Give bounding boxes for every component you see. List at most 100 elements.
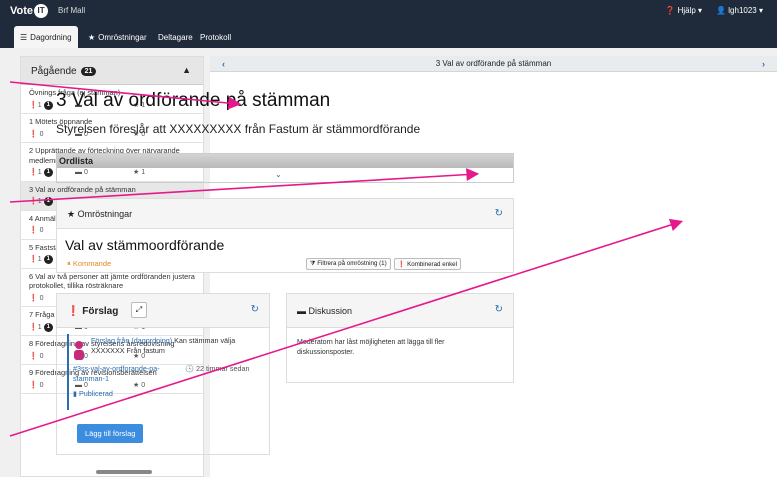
vote-status: ⏸ Kommande (67, 259, 111, 269)
sidebar-title: Pågående (31, 66, 77, 77)
sidebar-header[interactable]: Pågående 21 ▲ (21, 57, 203, 85)
proposals-header-label: Förslag (82, 306, 119, 317)
exclamation-icon: ❗ (29, 323, 38, 331)
star-icon: ★ (88, 32, 96, 42)
caret-down-icon: ▾ (698, 6, 703, 15)
filter-vote-label: Filtrera på omröstning (1) (317, 260, 387, 267)
discussion-header: ▬ Diskussion ↻ (287, 294, 513, 328)
chevron-right-icon[interactable]: › (762, 59, 765, 69)
user-label: lgh1023 (728, 6, 757, 15)
exclamation-icon: ❗ (29, 198, 38, 205)
caret-down-icon: ▾ (758, 6, 763, 15)
pause-icon: ⏸ (67, 259, 71, 268)
brand-name: Vote (10, 5, 34, 17)
exclamation-icon: ❗ (397, 261, 406, 268)
list-icon: ☰ (20, 32, 28, 42)
proposal-published-label: Publicerad (78, 389, 113, 398)
count: 0 (39, 227, 44, 234)
tabs-bar: ☰ Dagordning ★ Omröstningar Deltagare Pr… (0, 22, 777, 48)
user-icon: 👤 (716, 6, 727, 15)
proposal-source-link[interactable]: Förslag från (dagordning) (91, 336, 172, 345)
page-subtitle: Styrelsen föreslår att XXXXXXXXX från Fa… (56, 122, 421, 136)
exclamation-icon: ❗ (67, 306, 80, 317)
count: 1 (37, 198, 42, 205)
count-badge: 1 (43, 322, 53, 332)
count-badge: 1 (43, 168, 53, 178)
proposal-time-label: 22 timmar sedan (195, 364, 250, 373)
help-menu[interactable]: ❓ Hjälp ▾ (665, 6, 702, 15)
proposal-published: ▮ Publicerad (73, 389, 113, 398)
proposals-header: ❗ Förslag ⤢ ↻ (57, 294, 269, 328)
proposal-text: Förslag från (dagordning) Kan stämman vä… (91, 336, 263, 356)
brand-logo[interactable]: Vote IT (10, 4, 49, 18)
filter-icon: ⧩ (309, 260, 316, 267)
exclamation-icon: ❗ (29, 130, 38, 138)
agenda-item-label: 6 Val av två personer att jämte ordföran… (29, 271, 195, 291)
combined-simple-button[interactable]: ❗ Kombinerad enkel (393, 258, 461, 270)
proposal-card: Förslag från (dagordning) Kan stämman vä… (67, 334, 263, 410)
count: 0 (39, 381, 44, 389)
count: 1 (37, 169, 42, 176)
tab-label: Dagordning (30, 32, 72, 42)
nav-bar-title: 3 Val av ordförande på stämman (435, 59, 552, 68)
exclamation-icon: ❗ (29, 352, 38, 360)
refresh-icon[interactable]: ↻ (495, 304, 503, 315)
page-title: 3 Val av ordförande på stämman (56, 90, 331, 111)
count-badge: 1 (43, 100, 53, 110)
exclamation-icon: ❗ (29, 169, 38, 176)
tab-label: Omröstningar (98, 32, 147, 42)
count: 0 (39, 294, 44, 302)
top-navbar: Vote IT Brf Mall ❓ Hjälp ▾ 👤 lgh1023 ▾ (0, 0, 777, 22)
star-icon: ★ (67, 209, 76, 219)
glossary-panel: Ordlista ⌄ (56, 153, 514, 183)
count-badge: 1 (43, 197, 53, 207)
proposal-permalink[interactable]: #3ss-val-av-ordforande-pa-stamman-1 (73, 364, 163, 384)
filter-vote-button[interactable]: ⧩ Filtrera på omröstning (1) (305, 258, 391, 270)
vote-title: Val av stämmoordförande (65, 237, 225, 253)
votes-header-label: Omröstningar (77, 209, 133, 219)
count: 1 (37, 256, 42, 263)
expand-icon[interactable]: ⤢ (131, 302, 147, 318)
scrollbar[interactable] (96, 470, 152, 474)
tab-omrostningar[interactable]: ★ Omröstningar (82, 26, 153, 48)
brand-logo-badge: IT (34, 4, 49, 18)
agenda-item-label: 3 Val av ordförande på stämman (29, 184, 136, 194)
exclamation-icon: ❗ (29, 294, 38, 302)
refresh-icon[interactable]: ↻ (251, 304, 259, 315)
question-circle-icon: ❓ (665, 6, 676, 15)
votes-panel: ★ Omröstningar ↻ Val av stämmoordförande… (56, 198, 514, 273)
count: 1 (37, 101, 42, 109)
count: 0 (39, 352, 44, 360)
discussion-panel: ▬ Diskussion ↻ Moderatorn har låst möjli… (286, 293, 514, 383)
tab-label: Protokoll (200, 32, 232, 42)
proposal-time: 🕓 22 timmar sedan (185, 364, 249, 373)
add-proposal-button[interactable]: Lägg till förslag (77, 424, 144, 443)
refresh-icon[interactable]: ↻ (495, 208, 503, 219)
count: 0 (39, 130, 44, 138)
votes-header: ★ Omröstningar ↻ (57, 199, 513, 229)
exclamation-icon: ❗ (29, 227, 38, 234)
chevron-up-icon[interactable]: ▲ (182, 65, 191, 75)
vote-status-label: Kommande (72, 259, 112, 268)
user-menu[interactable]: 👤 lgh1023 ▾ (716, 6, 763, 15)
clock-icon: 🕓 (185, 364, 194, 373)
org-name: Brf Mall (58, 6, 86, 15)
tab-label: Deltagare (158, 32, 193, 42)
discussion-locked-text: Moderatorn har låst möjligheten att lägg… (297, 339, 445, 356)
count-badge: 1 (43, 255, 53, 265)
chevron-down-icon[interactable]: ⌄ (275, 170, 282, 179)
count-badge: 21 (80, 67, 97, 76)
discussion-header-label: Diskussion (308, 306, 353, 316)
item-navigation-bar: ‹ 3 Val av ordförande på stämman › (210, 56, 777, 72)
tab-protokoll[interactable]: Protokoll (194, 26, 237, 48)
glossary-title: Ordlista (57, 154, 513, 168)
combined-simple-label: Kombinerad enkel (407, 261, 457, 268)
exclamation-icon: ❗ (29, 381, 38, 389)
tab-deltagare[interactable]: Deltagare (152, 26, 199, 48)
proposals-panel: ❗ Förslag ⤢ ↻ Förslag från (dagordning) … (56, 293, 270, 455)
tab-dagordning[interactable]: ☰ Dagordning (14, 26, 78, 48)
count: 1 (37, 323, 42, 331)
comment-icon: ▬ (297, 306, 306, 316)
exclamation-icon: ❗ (29, 256, 38, 263)
help-label: Hjälp (677, 6, 696, 15)
